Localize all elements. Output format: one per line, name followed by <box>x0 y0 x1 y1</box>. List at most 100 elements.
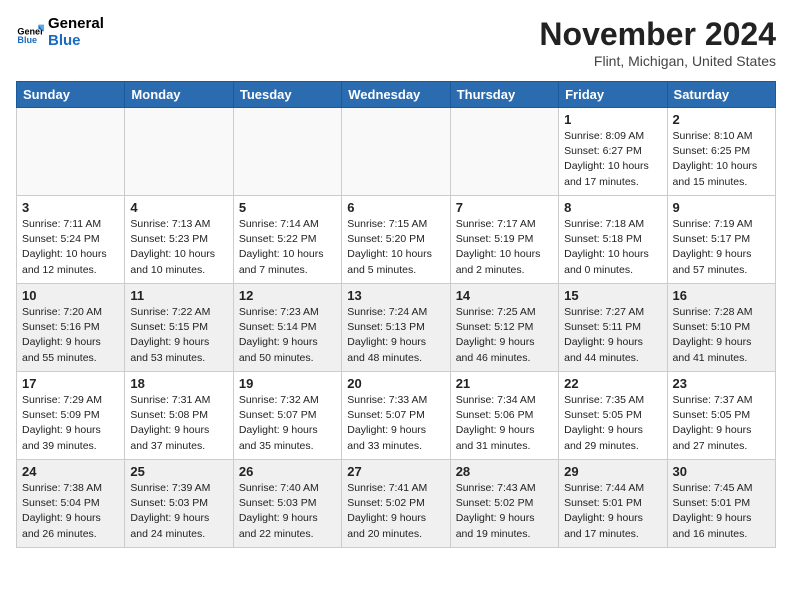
day-info: Sunrise: 7:27 AM Sunset: 5:11 PM Dayligh… <box>564 305 661 366</box>
day-number: 25 <box>130 464 227 479</box>
day-info: Sunrise: 7:37 AM Sunset: 5:05 PM Dayligh… <box>673 393 770 454</box>
day-number: 2 <box>673 112 770 127</box>
header: General Blue General Blue November 2024 … <box>16 16 776 69</box>
calendar-cell <box>17 108 125 196</box>
calendar-cell <box>450 108 558 196</box>
header-day-saturday: Saturday <box>667 82 775 108</box>
day-number: 16 <box>673 288 770 303</box>
calendar-cell: 9 Sunrise: 7:19 AM Sunset: 5:17 PM Daylig… <box>667 196 775 284</box>
calendar-cell: 17 Sunrise: 7:29 AM Sunset: 5:09 PM Dayli… <box>17 372 125 460</box>
header-day-tuesday: Tuesday <box>233 82 341 108</box>
calendar-cell: 13 Sunrise: 7:24 AM Sunset: 5:13 PM Dayli… <box>342 284 450 372</box>
calendar-cell <box>342 108 450 196</box>
day-number: 22 <box>564 376 661 391</box>
logo: General Blue General Blue <box>16 16 104 49</box>
day-number: 10 <box>22 288 119 303</box>
header-day-wednesday: Wednesday <box>342 82 450 108</box>
week-row-3: 10 Sunrise: 7:20 AM Sunset: 5:16 PM Dayli… <box>17 284 776 372</box>
calendar-cell: 4 Sunrise: 7:13 AM Sunset: 5:23 PM Daylig… <box>125 196 233 284</box>
day-info: Sunrise: 7:44 AM Sunset: 5:01 PM Dayligh… <box>564 481 661 542</box>
day-info: Sunrise: 7:43 AM Sunset: 5:02 PM Dayligh… <box>456 481 553 542</box>
calendar-cell <box>125 108 233 196</box>
calendar-cell: 15 Sunrise: 7:27 AM Sunset: 5:11 PM Dayli… <box>559 284 667 372</box>
day-info: Sunrise: 7:19 AM Sunset: 5:17 PM Dayligh… <box>673 217 770 278</box>
day-info: Sunrise: 7:45 AM Sunset: 5:01 PM Dayligh… <box>673 481 770 542</box>
location: Flint, Michigan, United States <box>539 53 776 69</box>
day-info: Sunrise: 7:14 AM Sunset: 5:22 PM Dayligh… <box>239 217 336 278</box>
day-info: Sunrise: 7:29 AM Sunset: 5:09 PM Dayligh… <box>22 393 119 454</box>
logo-icon: General Blue <box>16 19 44 47</box>
day-number: 4 <box>130 200 227 215</box>
header-day-sunday: Sunday <box>17 82 125 108</box>
day-number: 26 <box>239 464 336 479</box>
day-info: Sunrise: 7:31 AM Sunset: 5:08 PM Dayligh… <box>130 393 227 454</box>
day-number: 24 <box>22 464 119 479</box>
title-area: November 2024 Flint, Michigan, United St… <box>539 16 776 69</box>
day-number: 8 <box>564 200 661 215</box>
calendar-cell: 16 Sunrise: 7:28 AM Sunset: 5:10 PM Dayli… <box>667 284 775 372</box>
calendar-cell: 5 Sunrise: 7:14 AM Sunset: 5:22 PM Daylig… <box>233 196 341 284</box>
week-row-2: 3 Sunrise: 7:11 AM Sunset: 5:24 PM Daylig… <box>17 196 776 284</box>
day-info: Sunrise: 7:13 AM Sunset: 5:23 PM Dayligh… <box>130 217 227 278</box>
header-day-monday: Monday <box>125 82 233 108</box>
day-number: 29 <box>564 464 661 479</box>
day-number: 13 <box>347 288 444 303</box>
calendar-cell: 29 Sunrise: 7:44 AM Sunset: 5:01 PM Dayli… <box>559 460 667 548</box>
calendar-cell: 19 Sunrise: 7:32 AM Sunset: 5:07 PM Dayli… <box>233 372 341 460</box>
day-number: 17 <box>22 376 119 391</box>
calendar-cell: 14 Sunrise: 7:25 AM Sunset: 5:12 PM Dayli… <box>450 284 558 372</box>
day-info: Sunrise: 7:23 AM Sunset: 5:14 PM Dayligh… <box>239 305 336 366</box>
day-info: Sunrise: 7:34 AM Sunset: 5:06 PM Dayligh… <box>456 393 553 454</box>
day-info: Sunrise: 7:22 AM Sunset: 5:15 PM Dayligh… <box>130 305 227 366</box>
day-number: 5 <box>239 200 336 215</box>
day-info: Sunrise: 7:17 AM Sunset: 5:19 PM Dayligh… <box>456 217 553 278</box>
day-number: 9 <box>673 200 770 215</box>
day-info: Sunrise: 7:20 AM Sunset: 5:16 PM Dayligh… <box>22 305 119 366</box>
logo-text: General Blue <box>48 16 104 49</box>
calendar-table: SundayMondayTuesdayWednesdayThursdayFrid… <box>16 81 776 548</box>
day-info: Sunrise: 8:09 AM Sunset: 6:27 PM Dayligh… <box>564 129 661 190</box>
day-number: 15 <box>564 288 661 303</box>
calendar-cell: 22 Sunrise: 7:35 AM Sunset: 5:05 PM Dayli… <box>559 372 667 460</box>
calendar-cell: 12 Sunrise: 7:23 AM Sunset: 5:14 PM Dayli… <box>233 284 341 372</box>
day-info: Sunrise: 7:18 AM Sunset: 5:18 PM Dayligh… <box>564 217 661 278</box>
calendar-cell: 20Sunrise: 7:33 AM Sunset: 5:07 PM Dayli… <box>342 372 450 460</box>
calendar-cell: 18Sunrise: 7:31 AM Sunset: 5:08 PM Dayli… <box>125 372 233 460</box>
calendar-cell: 3 Sunrise: 7:11 AM Sunset: 5:24 PM Daylig… <box>17 196 125 284</box>
day-number: 30 <box>673 464 770 479</box>
calendar-cell: 11 Sunrise: 7:22 AM Sunset: 5:15 PM Dayli… <box>125 284 233 372</box>
day-number: 19 <box>239 376 336 391</box>
day-number: 3 <box>22 200 119 215</box>
calendar-cell: 1Sunrise: 8:09 AM Sunset: 6:27 PM Daylig… <box>559 108 667 196</box>
calendar-cell <box>233 108 341 196</box>
week-row-4: 17 Sunrise: 7:29 AM Sunset: 5:09 PM Dayli… <box>17 372 776 460</box>
calendar-cell: 10 Sunrise: 7:20 AM Sunset: 5:16 PM Dayli… <box>17 284 125 372</box>
day-number: 23 <box>673 376 770 391</box>
day-info: Sunrise: 7:32 AM Sunset: 5:07 PM Dayligh… <box>239 393 336 454</box>
day-info: Sunrise: 7:25 AM Sunset: 5:12 PM Dayligh… <box>456 305 553 366</box>
day-number: 12 <box>239 288 336 303</box>
day-info: Sunrise: 7:35 AM Sunset: 5:05 PM Dayligh… <box>564 393 661 454</box>
calendar-cell: 8 Sunrise: 7:18 AM Sunset: 5:18 PM Daylig… <box>559 196 667 284</box>
svg-text:Blue: Blue <box>17 34 37 44</box>
day-number: 27 <box>347 464 444 479</box>
day-number: 7 <box>456 200 553 215</box>
calendar-cell: 6Sunrise: 7:15 AM Sunset: 5:20 PM Daylig… <box>342 196 450 284</box>
day-number: 11 <box>130 288 227 303</box>
calendar-cell: 23 Sunrise: 7:37 AM Sunset: 5:05 PM Dayli… <box>667 372 775 460</box>
day-info: Sunrise: 7:41 AM Sunset: 5:02 PM Dayligh… <box>347 481 444 542</box>
calendar-cell: 7 Sunrise: 7:17 AM Sunset: 5:19 PM Daylig… <box>450 196 558 284</box>
day-number: 14 <box>456 288 553 303</box>
day-info: Sunrise: 7:33 AM Sunset: 5:07 PM Dayligh… <box>347 393 444 454</box>
day-info: Sunrise: 7:11 AM Sunset: 5:24 PM Dayligh… <box>22 217 119 278</box>
day-number: 28 <box>456 464 553 479</box>
calendar-cell: 30 Sunrise: 7:45 AM Sunset: 5:01 PM Dayli… <box>667 460 775 548</box>
day-info: Sunrise: 7:28 AM Sunset: 5:10 PM Dayligh… <box>673 305 770 366</box>
header-day-thursday: Thursday <box>450 82 558 108</box>
calendar-cell: 24Sunrise: 7:38 AM Sunset: 5:04 PM Dayli… <box>17 460 125 548</box>
header-day-friday: Friday <box>559 82 667 108</box>
calendar-cell: 25Sunrise: 7:39 AM Sunset: 5:03 PM Dayli… <box>125 460 233 548</box>
week-row-5: 24Sunrise: 7:38 AM Sunset: 5:04 PM Dayli… <box>17 460 776 548</box>
day-number: 21 <box>456 376 553 391</box>
day-info: Sunrise: 7:24 AM Sunset: 5:13 PM Dayligh… <box>347 305 444 366</box>
